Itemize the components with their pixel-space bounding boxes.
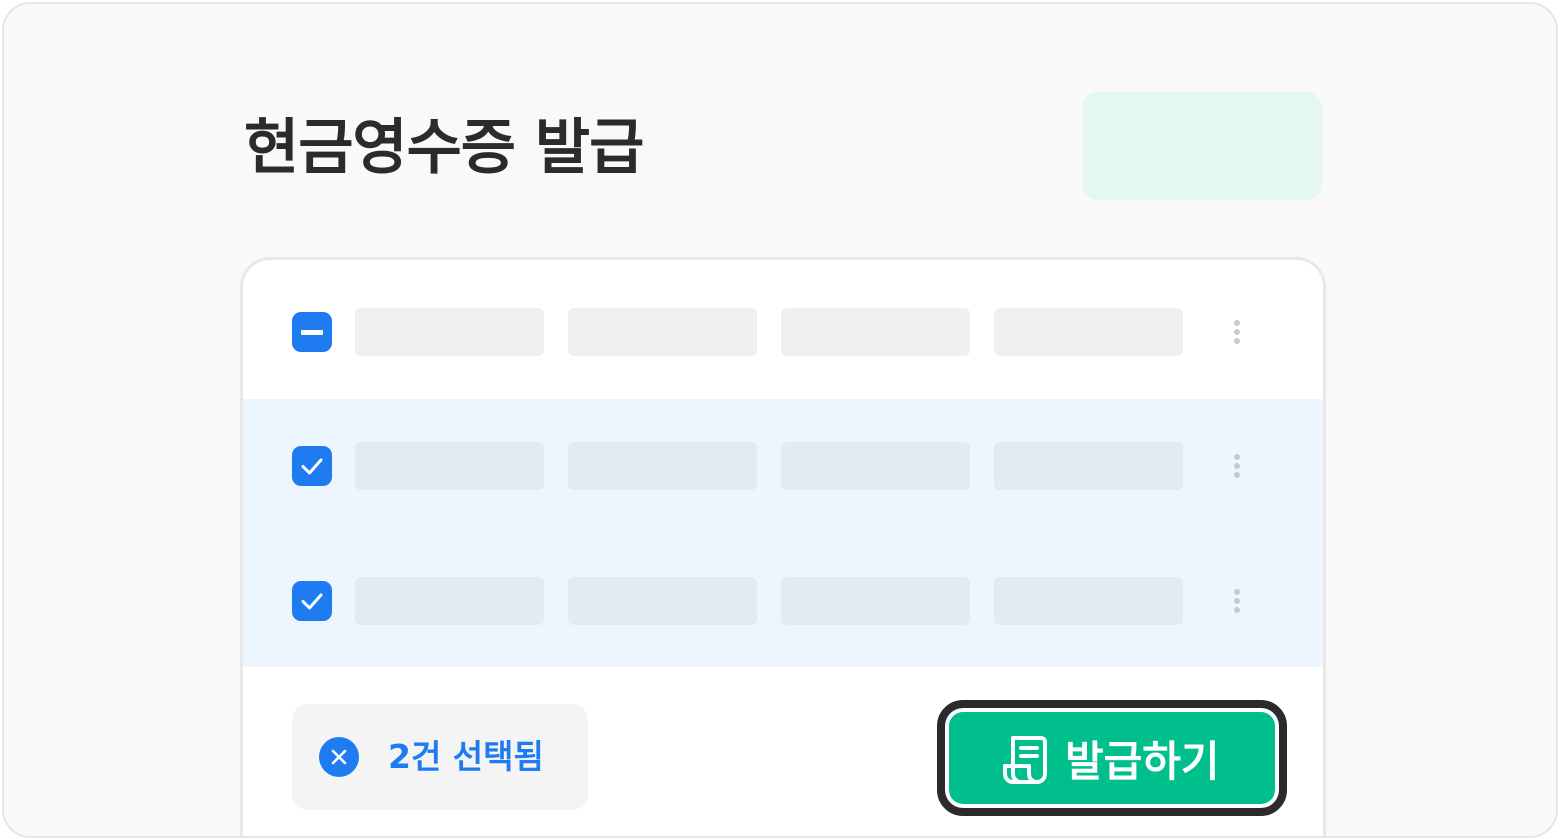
select-all-checkbox[interactable] — [292, 312, 332, 352]
table-header-row — [243, 265, 1323, 399]
more-vertical-icon[interactable] — [1227, 446, 1247, 486]
table-cell — [994, 577, 1183, 625]
table-cell — [994, 442, 1183, 490]
header-cell — [994, 308, 1183, 356]
table-cell — [355, 442, 544, 490]
table-row[interactable] — [243, 399, 1323, 533]
receipt-icon — [1003, 736, 1047, 784]
checkmark-icon — [301, 593, 323, 610]
minus-icon — [301, 330, 323, 335]
row-checkbox[interactable] — [292, 581, 332, 621]
issue-button-label: 발급하기 — [1065, 737, 1220, 786]
close-icon[interactable] — [319, 737, 359, 777]
more-vertical-icon[interactable] — [1227, 581, 1247, 621]
receipt-table-card: 2건 선택됨 발급하기 — [240, 257, 1326, 836]
table-row[interactable] — [243, 533, 1323, 667]
header-placeholder-chip — [1082, 92, 1322, 200]
table-cell — [781, 577, 970, 625]
table-cell — [568, 577, 757, 625]
checkmark-icon — [301, 458, 323, 475]
selection-count-chip: 2건 선택됨 — [292, 704, 588, 810]
table-cell — [781, 442, 970, 490]
table-cell — [355, 577, 544, 625]
more-vertical-icon[interactable] — [1227, 312, 1247, 352]
page-title: 현금영수증 발급 — [244, 113, 644, 183]
header-cell — [355, 308, 544, 356]
issue-button[interactable]: 발급하기 — [937, 700, 1287, 816]
row-checkbox[interactable] — [292, 446, 332, 486]
selection-count-label: 2건 선택됨 — [388, 737, 544, 776]
app-frame: 현금영수증 발급 2건 선택됨 발급하기 — [2, 2, 1558, 838]
table-cell — [568, 442, 757, 490]
header-cell — [781, 308, 970, 356]
header-cell — [568, 308, 757, 356]
